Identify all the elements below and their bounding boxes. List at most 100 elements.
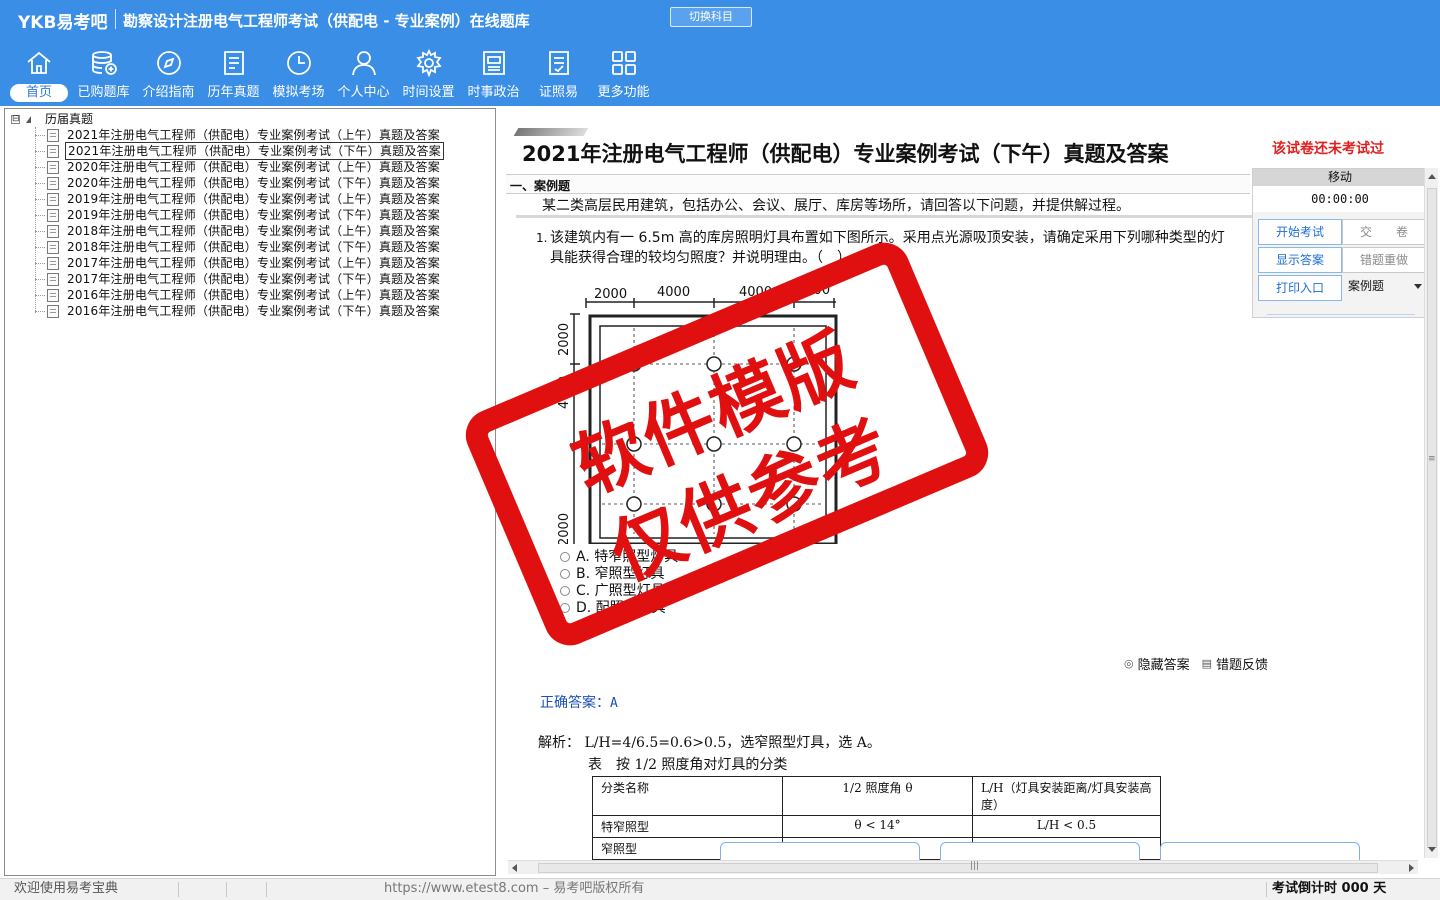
section-label: 一、案例题 — [510, 179, 571, 193]
table-header-row: 分类名称 1/2 照度角 θ L/H（灯具安装距离/灯具安装高度） — [592, 776, 1161, 816]
tree-item[interactable]: 2017年注册电气工程师（供配电）专业案例考试（上午）真题及答案 — [35, 255, 442, 271]
report-error-label: 错题反馈 — [1216, 658, 1269, 673]
analysis-label: 解析： — [538, 735, 580, 751]
nav-certificates[interactable]: 证照易 — [526, 44, 591, 106]
tree-item[interactable]: 2016年注册电气工程师（供配电）专业案例考试（下午）真题及答案 — [35, 303, 442, 319]
table-row: 特窄照型 θ < 14° L/H < 0.5 — [592, 815, 1161, 838]
nav-time-settings[interactable]: 时间设置 — [396, 44, 461, 106]
tree-item[interactable]: 2020年注册电气工程师（供配电）专业案例考试（上午）真题及答案 — [35, 159, 442, 175]
answer-options: A. 特窄照型灯具 B. 窄照型灯具 C. 广照型灯具 D. 配照型灯具 — [560, 548, 678, 616]
question-stem: 1. 该建筑内有一 6.5m 高的库房照明灯具布置如下图所示。采用点光源吸顶安装… — [536, 228, 1236, 268]
panel-move-handle[interactable]: 移动 — [1253, 169, 1427, 186]
nav-past-papers[interactable]: 历年真题 — [201, 44, 266, 106]
horizontal-scrollbar[interactable]: ||| — [508, 860, 1418, 874]
scroll-down-icon[interactable] — [1428, 847, 1436, 852]
submit-paper-button[interactable]: 交 卷 — [1342, 219, 1426, 245]
database-icon — [92, 51, 117, 75]
tree-item[interactable]: 2016年注册电气工程师（供配电）专业案例考试（上午）真题及答案 — [35, 287, 442, 303]
compass-icon — [157, 51, 181, 75]
nav-label: 介绍指南 — [142, 85, 195, 100]
option-b[interactable]: B. 窄照型灯具 — [560, 565, 678, 582]
nav-more[interactable]: 更多功能 — [591, 44, 656, 106]
option-c[interactable]: C. 广照型灯具 — [560, 582, 678, 599]
question-type-select[interactable]: 案例题 — [1346, 275, 1426, 299]
tree-item[interactable]: 2017年注册电气工程师（供配电）专业案例考试（下午）真题及答案 — [35, 271, 442, 287]
question-nav-buttons — [720, 842, 1370, 864]
newspaper-icon — [483, 51, 505, 75]
nav-home[interactable]: 首页 — [6, 44, 71, 106]
tree-connector — [35, 150, 45, 152]
panel-bottom-line — [1267, 314, 1415, 315]
folder-open-icon — [26, 115, 31, 123]
radio-icon[interactable] — [560, 585, 570, 596]
tree-item[interactable]: 2019年注册电气工程师（供配电）专业案例考试（下午）真题及答案 — [35, 207, 442, 223]
show-answer-button[interactable]: 显示答案 — [1258, 247, 1342, 273]
dim-side-1: 2000 — [557, 323, 572, 356]
tree-item-label: 2016年注册电气工程师（供配电）专业案例考试（下午）真题及答案 — [67, 304, 440, 318]
nav-guide[interactable]: 介绍指南 — [136, 44, 201, 106]
report-error-button[interactable]: ▤ 错题反馈 — [1202, 654, 1268, 673]
status-divider — [226, 882, 227, 897]
document-icon — [47, 304, 59, 318]
question-type-value: 案例题 — [1348, 279, 1385, 293]
lighting-layout-figure: 2000 4000 4000 2000 2000 4000 2000 — [557, 284, 838, 544]
paper-title: 2021年注册电气工程师（供配电）专业案例考试（下午）真题及答案 — [522, 142, 1169, 166]
hide-answer-label: 隐藏答案 — [1137, 658, 1190, 673]
radio-icon[interactable] — [560, 568, 570, 579]
analysis-text: L/H=4/6.5=0.6>0.5，选窄照型灯具，选 A。 — [584, 735, 881, 751]
copyright-text: https://www.etest8.com – 易考吧版权所有 — [384, 881, 645, 896]
answer-tools: ◎ 隐藏答案 ▤ 错题反馈 — [1112, 654, 1268, 673]
tree-item-label: 2018年注册电气工程师（供配电）专业案例考试（上午）真题及答案 — [67, 224, 440, 238]
tree-connector — [35, 294, 45, 296]
radio-icon[interactable] — [560, 551, 570, 562]
vertical-scrollbar[interactable]: ≡ — [1424, 168, 1438, 858]
tree-item[interactable]: 2021年注册电气工程师（供配电）专业案例考试（上午）真题及答案 — [35, 127, 442, 143]
nav-label: 模拟考场 — [272, 85, 325, 100]
tree-item[interactable]: 2019年注册电气工程师（供配电）专业案例考试（上午）真题及答案 — [35, 191, 442, 207]
tree-item[interactable]: 2018年注册电气工程师（供配电）专业案例考试（上午）真题及答案 — [35, 223, 442, 239]
scroll-left-icon[interactable] — [512, 864, 517, 872]
table-caption: 表 按 1/2 照度角对灯具的分类 — [588, 757, 788, 773]
tree-item-label: 2020年注册电气工程师（供配电）专业案例考试（上午）真题及答案 — [67, 160, 440, 174]
nav-news[interactable]: 时事政治 — [461, 44, 526, 106]
scroll-thumb[interactable] — [1427, 188, 1437, 848]
dim-top-3: 4000 — [739, 285, 772, 300]
tree-item[interactable]: 2021年注册电气工程师（供配电）专业案例考试（下午）真题及答案 — [35, 142, 444, 160]
tree-connector — [35, 134, 45, 136]
status-divider — [178, 882, 179, 897]
option-label: A. 特窄照型灯具 — [576, 548, 679, 565]
dim-top-4: 2000 — [797, 284, 830, 298]
grid-icon — [612, 51, 636, 75]
logo-divider — [115, 9, 116, 29]
scroll-thumb[interactable] — [538, 863, 1378, 873]
tree-item[interactable]: 2018年注册电气工程师（供配电）专业案例考试（下午）真题及答案 — [35, 239, 442, 255]
tree-connector — [35, 198, 45, 200]
redo-errors-button[interactable]: 错题重做 — [1342, 247, 1426, 273]
dim-top-1: 2000 — [594, 287, 627, 302]
collapse-icon[interactable]: ⊟ — [11, 114, 20, 124]
nav-profile[interactable]: 个人中心 — [331, 44, 396, 106]
header-bar: YKB易考吧 勘察设计注册电气工程师考试（供配电 - 专业案例）在线题库 切换科… — [0, 0, 1440, 106]
radio-icon[interactable] — [560, 602, 570, 613]
question-text: 该建筑内有一 6.5m 高的库房照明灯具布置如下图所示。采用点光源吸顶安装，请确… — [550, 230, 1225, 266]
print-button[interactable]: 打印入口 — [1258, 275, 1342, 301]
option-d[interactable]: D. 配照型灯具 — [560, 599, 678, 616]
tree-item[interactable]: 2020年注册电气工程师（供配电）专业案例考试（下午）真题及答案 — [35, 175, 442, 191]
dim-side-3: 2000 — [557, 513, 572, 544]
hide-answer-button[interactable]: ◎ 隐藏答案 — [1124, 654, 1190, 673]
document-icon — [47, 176, 59, 190]
switch-subject-button[interactable]: 切换科目 — [670, 7, 752, 27]
scroll-right-icon[interactable] — [1409, 864, 1414, 872]
tree-connector — [35, 214, 45, 216]
start-exam-button[interactable]: 开始考试 — [1258, 219, 1342, 245]
nav-mock-exam[interactable]: 模拟考场 — [266, 44, 331, 106]
table-header-cell: L/H（灯具安装距离/灯具安装高度） — [972, 776, 1161, 816]
tree-root[interactable]: ⊟ 历届真题 — [11, 111, 93, 127]
option-a[interactable]: A. 特窄照型灯具 — [560, 548, 678, 565]
tree-item-label: 2017年注册电气工程师（供配电）专业案例考试（上午）真题及答案 — [67, 256, 440, 270]
nav-purchased[interactable]: 已购题库 — [71, 44, 136, 106]
scroll-up-icon[interactable] — [1428, 174, 1436, 179]
tree-item-label: 2017年注册电气工程师（供配电）专业案例考试（下午）真题及答案 — [67, 272, 440, 286]
tree-item-label: 2019年注册电气工程师（供配电）专业案例考试（下午）真题及答案 — [67, 208, 440, 222]
document-icon — [47, 128, 59, 142]
